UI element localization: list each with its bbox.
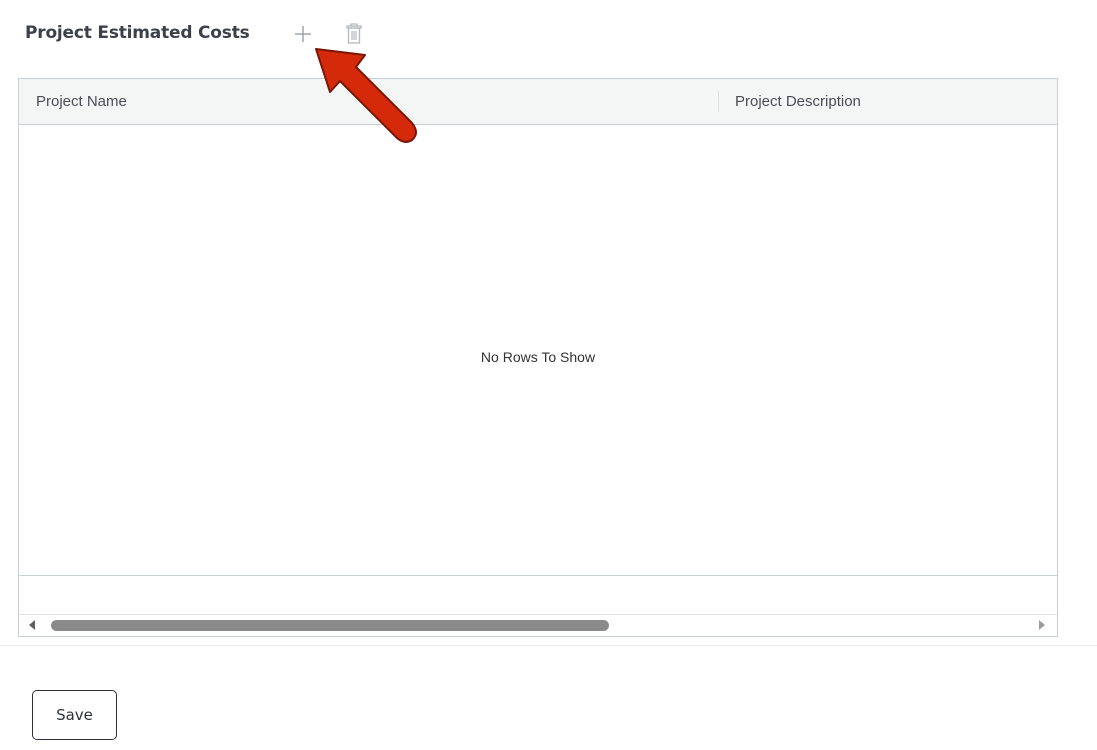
- delete-row-button[interactable]: [343, 22, 365, 46]
- scroll-left-arrow-icon[interactable]: [29, 620, 35, 630]
- costs-grid: Project Name Project Description No Rows…: [18, 78, 1058, 637]
- grid-pinned-bottom: [19, 576, 1057, 615]
- scroll-thumb[interactable]: [51, 620, 609, 631]
- save-button[interactable]: Save: [32, 690, 117, 740]
- plus-icon: [295, 26, 311, 42]
- grid-header: Project Name Project Description: [19, 79, 1057, 125]
- column-header-project-name[interactable]: Project Name: [36, 79, 127, 124]
- grid-body: No Rows To Show: [19, 125, 1057, 576]
- page: Project Estimated Costs Project Name Pro…: [0, 0, 1097, 750]
- column-header-project-description[interactable]: Project Description: [735, 79, 861, 124]
- scroll-right-arrow-icon[interactable]: [1039, 620, 1045, 630]
- trash-icon: [346, 23, 362, 44]
- column-resize-handle[interactable]: [718, 91, 719, 112]
- section-header: Project Estimated Costs: [25, 18, 250, 48]
- horizontal-scrollbar[interactable]: [19, 615, 1057, 636]
- section-title: Project Estimated Costs: [25, 23, 250, 43]
- empty-message: No Rows To Show: [480, 349, 596, 365]
- add-row-button[interactable]: [292, 22, 314, 46]
- section-divider: [0, 645, 1097, 646]
